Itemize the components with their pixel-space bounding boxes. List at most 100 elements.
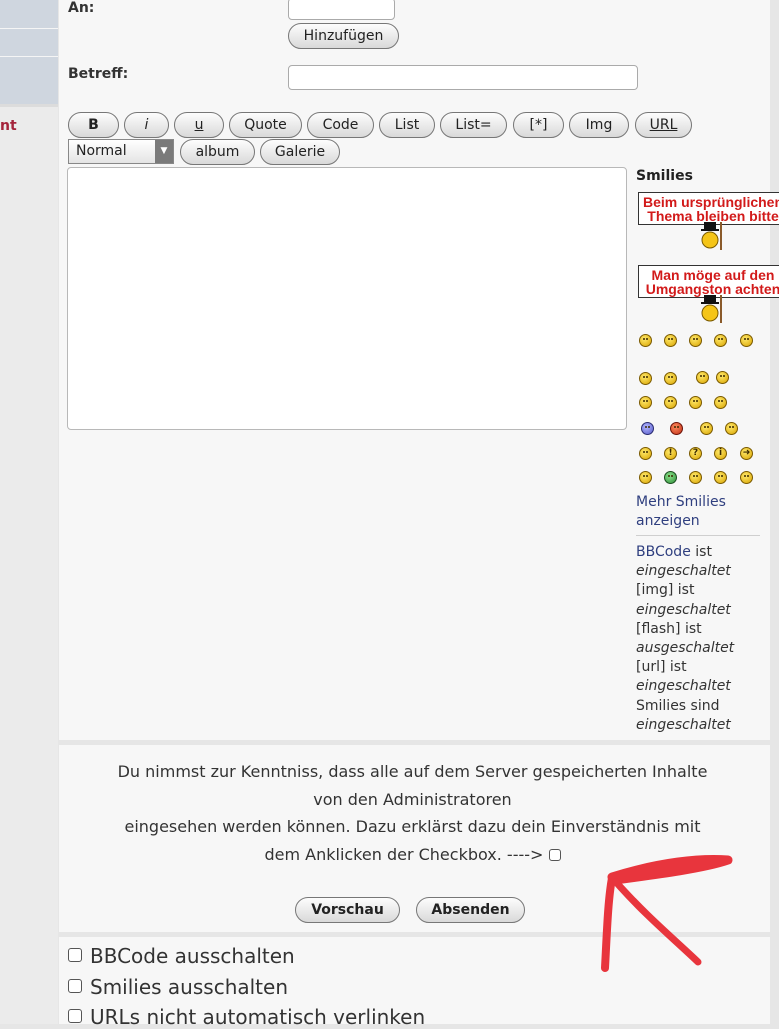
status-name: Smilies — [636, 697, 687, 714]
preview-button[interactable]: Vorschau — [295, 897, 400, 923]
smiley-smile-icon[interactable] — [664, 334, 677, 347]
banner-mascot-icon — [701, 295, 722, 323]
smiley-rolleyes-icon[interactable] — [725, 422, 738, 435]
left-sidebar: nt — [0, 0, 58, 1024]
status-verb: sind — [686, 697, 720, 714]
status-divider — [636, 535, 760, 536]
list-item-button[interactable]: [*] — [513, 112, 564, 138]
option-label: BBCode ausschalten — [90, 944, 295, 968]
bbcode-status-list: BBCode ist eingeschaltet [img] ist einge… — [636, 543, 760, 735]
smiley-tongue-icon[interactable] — [689, 396, 702, 409]
font-size-value: Normal — [76, 143, 127, 159]
banner-mascot-icon — [701, 222, 722, 250]
album-button[interactable]: album — [180, 139, 255, 165]
italic-button[interactable]: i — [124, 112, 169, 138]
privacy-notice: Du nimmst zur Kenntniss, dass alle auf d… — [60, 758, 765, 868]
smiley-banner-tone[interactable]: Man möge auf den Umgangston achten — [638, 265, 779, 298]
notice-line: dem Anklicken der Checkbox. ----> — [60, 841, 765, 869]
subject-label: Betreff: — [68, 66, 129, 82]
smiley-cry-icon[interactable] — [714, 334, 727, 347]
chevron-down-icon[interactable]: ▼ — [155, 140, 173, 163]
status-item-flash: [flash] ist — [636, 620, 760, 639]
ordered-list-button[interactable]: List= — [440, 112, 507, 138]
smiley-grin-icon[interactable] — [639, 334, 652, 347]
smiley-hug-icon[interactable] — [716, 371, 729, 384]
smiley-green-icon[interactable] — [664, 471, 677, 484]
option-label: Smilies ausschalten — [90, 975, 289, 999]
to-label: An: — [68, 0, 95, 16]
smiley-razz-icon[interactable] — [689, 471, 702, 484]
sidebar-separator — [0, 104, 58, 107]
add-recipient-button[interactable]: Hinzufügen — [288, 23, 399, 49]
message-textarea[interactable] — [67, 167, 627, 430]
url-button[interactable]: URL — [635, 112, 692, 138]
code-button[interactable]: Code — [307, 112, 374, 138]
status-item-bbcode: BBCode ist — [636, 543, 760, 562]
galerie-button[interactable]: Galerie — [260, 139, 340, 165]
status-name: [img] — [636, 582, 674, 599]
recipient-input[interactable] — [288, 0, 395, 20]
notice-line: eingesehen werden können. Dazu erklärst … — [124, 817, 701, 836]
disable-smilies-checkbox[interactable] — [68, 979, 82, 993]
idea-icon[interactable]: i — [714, 447, 727, 460]
status-state: eingeschaltet — [636, 716, 731, 733]
smiley-lol-icon[interactable] — [714, 471, 727, 484]
status-item-url: [url] ist — [636, 658, 760, 677]
banner-line: Beim ursprünglichen — [642, 194, 779, 210]
smiley-mad-icon[interactable] — [639, 396, 652, 409]
underline-button[interactable]: u — [174, 112, 224, 138]
status-item-img: [img] ist — [636, 581, 760, 600]
bold-button[interactable]: B — [68, 112, 119, 138]
banner-line: Umgangston achten — [645, 281, 779, 297]
status-verb: ist — [690, 544, 712, 560]
status-verb: ist — [665, 659, 687, 676]
smiley-surprised-icon[interactable] — [740, 334, 753, 347]
smiley-neutral-icon[interactable] — [639, 447, 652, 460]
smiley-blue-icon[interactable] — [641, 422, 654, 435]
smiley-sad-icon[interactable] — [689, 334, 702, 347]
question-icon[interactable]: ? — [689, 447, 702, 460]
status-state: ausgeschaltet — [636, 640, 735, 657]
consent-checkbox[interactable] — [548, 848, 561, 861]
font-size-select[interactable]: Normal ▼ — [68, 139, 174, 164]
smiley-hug-icon[interactable] — [696, 371, 709, 384]
quote-button[interactable]: Quote — [229, 112, 302, 138]
smiley-twisted-icon[interactable] — [740, 471, 753, 484]
notice-line: Du nimmst zur Kenntniss, dass alle auf d… — [117, 762, 708, 781]
status-name: [flash] — [636, 620, 681, 637]
image-button[interactable]: Img — [569, 112, 629, 138]
smiley-devil-icon[interactable] — [670, 422, 683, 435]
status-verb: ist — [680, 620, 702, 637]
sidebar-separator — [0, 28, 58, 29]
smiley-laugh-icon[interactable] — [664, 396, 677, 409]
bbcode-link[interactable]: BBCode — [636, 544, 691, 560]
smiley-cool-icon[interactable] — [664, 372, 677, 385]
status-state: eingeschaltet — [636, 601, 731, 618]
list-button[interactable]: List — [379, 112, 435, 138]
smiley-wink-icon[interactable] — [714, 396, 727, 409]
status-state: eingeschaltet — [636, 678, 731, 695]
option-disable-smilies[interactable]: Smilies ausschalten — [68, 975, 288, 999]
status-state: eingeschaltet — [636, 563, 731, 580]
smiley-banner-stay-on-topic[interactable]: Beim ursprünglichen Thema bleiben bitte — [638, 192, 779, 225]
option-disable-autolink[interactable]: URLs nicht automatisch verlinken — [68, 1005, 425, 1029]
disable-bbcode-checkbox[interactable] — [68, 948, 82, 962]
sidebar-link-fragment[interactable]: nt — [0, 118, 17, 134]
smiley-evil-icon[interactable] — [700, 422, 713, 435]
sidebar-separator — [0, 56, 58, 57]
option-disable-bbcode[interactable]: BBCode ausschalten — [68, 944, 295, 968]
disable-autolink-checkbox[interactable] — [68, 1009, 82, 1023]
notice-line: von den Administratoren — [313, 789, 512, 809]
option-label: URLs nicht automatisch verlinken — [90, 1005, 426, 1029]
banner-line: Thema bleiben bitte — [647, 208, 779, 224]
more-smilies-link[interactable]: Mehr Smilies anzeigen — [636, 493, 756, 531]
exclamation-icon[interactable]: ! — [664, 447, 677, 460]
submit-button[interactable]: Absenden — [416, 897, 525, 923]
arrow-icon[interactable]: ➜ — [740, 447, 753, 460]
sidebar-nav-block — [0, 0, 58, 104]
banner-line: Man möge auf den — [651, 267, 775, 283]
status-item-smilies: Smilies sind — [636, 697, 760, 716]
subject-input[interactable] — [288, 65, 638, 90]
smiley-confused-icon[interactable] — [639, 372, 652, 385]
smiley-shock-icon[interactable] — [639, 471, 652, 484]
